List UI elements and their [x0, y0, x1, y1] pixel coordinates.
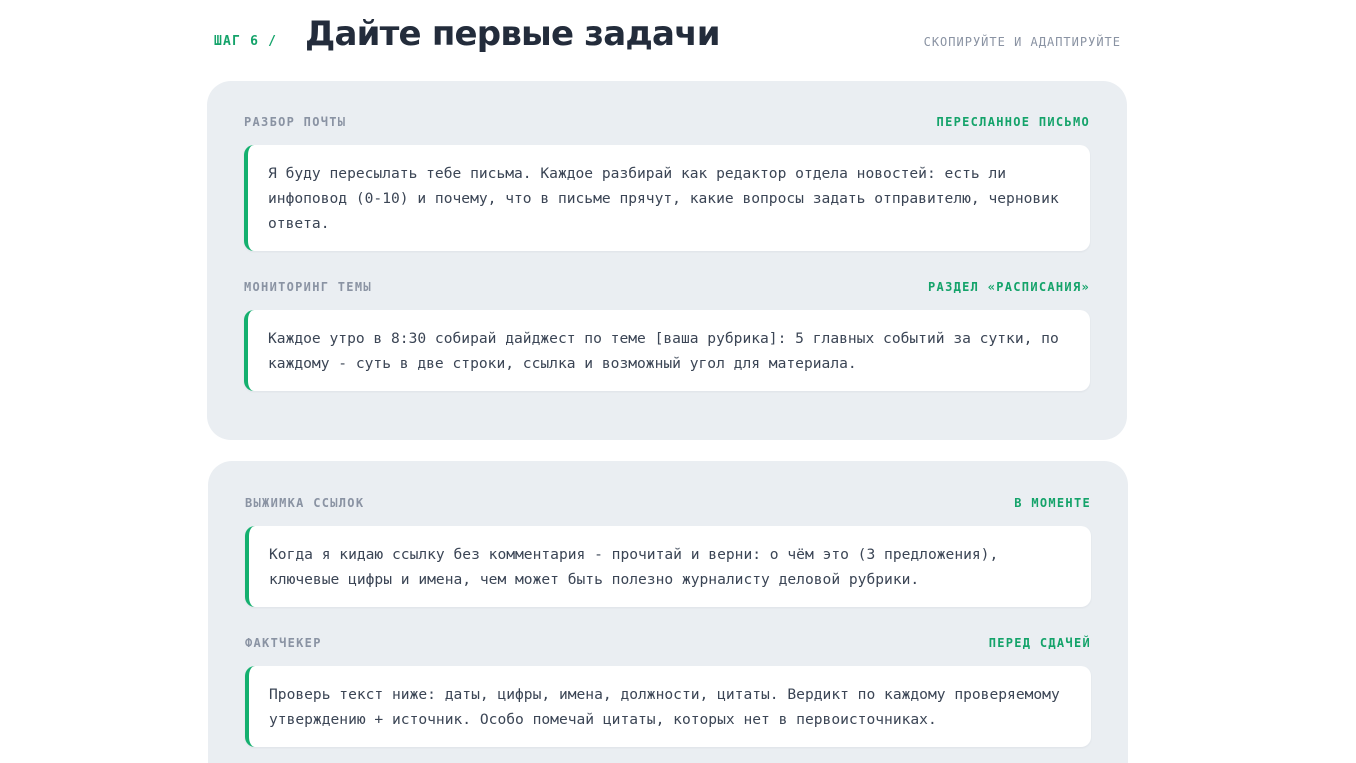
task-group-panel-2: ВЫЖИМКА ССЫЛОК В МОМЕНТЕ Когда я кидаю с…: [208, 461, 1128, 763]
task-link-summary: ВЫЖИМКА ССЫЛОК В МОМЕНТЕ Когда я кидаю с…: [245, 496, 1091, 607]
prompt-card[interactable]: Проверь текст ниже: даты, цифры, имена, …: [245, 666, 1091, 747]
prompt-card[interactable]: Я буду пересылать тебе письма. Каждое ра…: [244, 145, 1090, 251]
prompt-text[interactable]: Когда я кидаю ссылку без комментария - п…: [269, 542, 1071, 592]
task-head: МОНИТОРИНГ ТЕМЫ РАЗДЕЛ «РАСПИСАНИЯ»: [244, 280, 1090, 296]
prompt-text[interactable]: Каждое утро в 8:30 собирай дайджест по т…: [268, 326, 1070, 376]
step-header: ШАГ 6 / Дайте первые задачи СКОПИРУЙТЕ И…: [214, 14, 1121, 58]
prompt-text[interactable]: Я буду пересылать тебе письма. Каждое ра…: [268, 161, 1070, 236]
task-tag: РАЗДЕЛ «РАСПИСАНИЯ»: [928, 280, 1090, 294]
task-head: ВЫЖИМКА ССЫЛОК В МОМЕНТЕ: [245, 496, 1091, 512]
task-mail-parsing: РАЗБОР ПОЧТЫ ПЕРЕСЛАННОЕ ПИСЬМО Я буду п…: [244, 115, 1090, 251]
prompt-card[interactable]: Когда я кидаю ссылку без комментария - п…: [245, 526, 1091, 607]
task-tag: В МОМЕНТЕ: [1014, 496, 1091, 510]
task-title: ФАКТЧЕКЕР: [245, 636, 322, 650]
task-head: РАЗБОР ПОЧТЫ ПЕРЕСЛАННОЕ ПИСЬМО: [244, 115, 1090, 131]
prompt-text[interactable]: Проверь текст ниже: даты, цифры, имена, …: [269, 682, 1071, 732]
copy-adapt-hint: СКОПИРУЙТЕ И АДАПТИРУЙТЕ: [923, 35, 1121, 49]
task-title: МОНИТОРИНГ ТЕМЫ: [244, 280, 372, 294]
task-topic-monitoring: МОНИТОРИНГ ТЕМЫ РАЗДЕЛ «РАСПИСАНИЯ» Кажд…: [244, 280, 1090, 391]
page-title: Дайте первые задачи: [305, 14, 721, 54]
task-title: РАЗБОР ПОЧТЫ: [244, 115, 347, 129]
task-tag: ПЕРЕСЛАННОЕ ПИСЬМО: [936, 115, 1090, 129]
task-head: ФАКТЧЕКЕР ПЕРЕД СДАЧЕЙ: [245, 636, 1091, 652]
task-fact-checker: ФАКТЧЕКЕР ПЕРЕД СДАЧЕЙ Проверь текст ниж…: [245, 636, 1091, 747]
task-title: ВЫЖИМКА ССЫЛОК: [245, 496, 365, 510]
step-label: ШАГ 6 /: [214, 34, 278, 49]
prompt-card[interactable]: Каждое утро в 8:30 собирай дайджест по т…: [244, 310, 1090, 391]
task-group-panel-1: РАЗБОР ПОЧТЫ ПЕРЕСЛАННОЕ ПИСЬМО Я буду п…: [207, 81, 1127, 440]
task-tag: ПЕРЕД СДАЧЕЙ: [988, 636, 1091, 650]
